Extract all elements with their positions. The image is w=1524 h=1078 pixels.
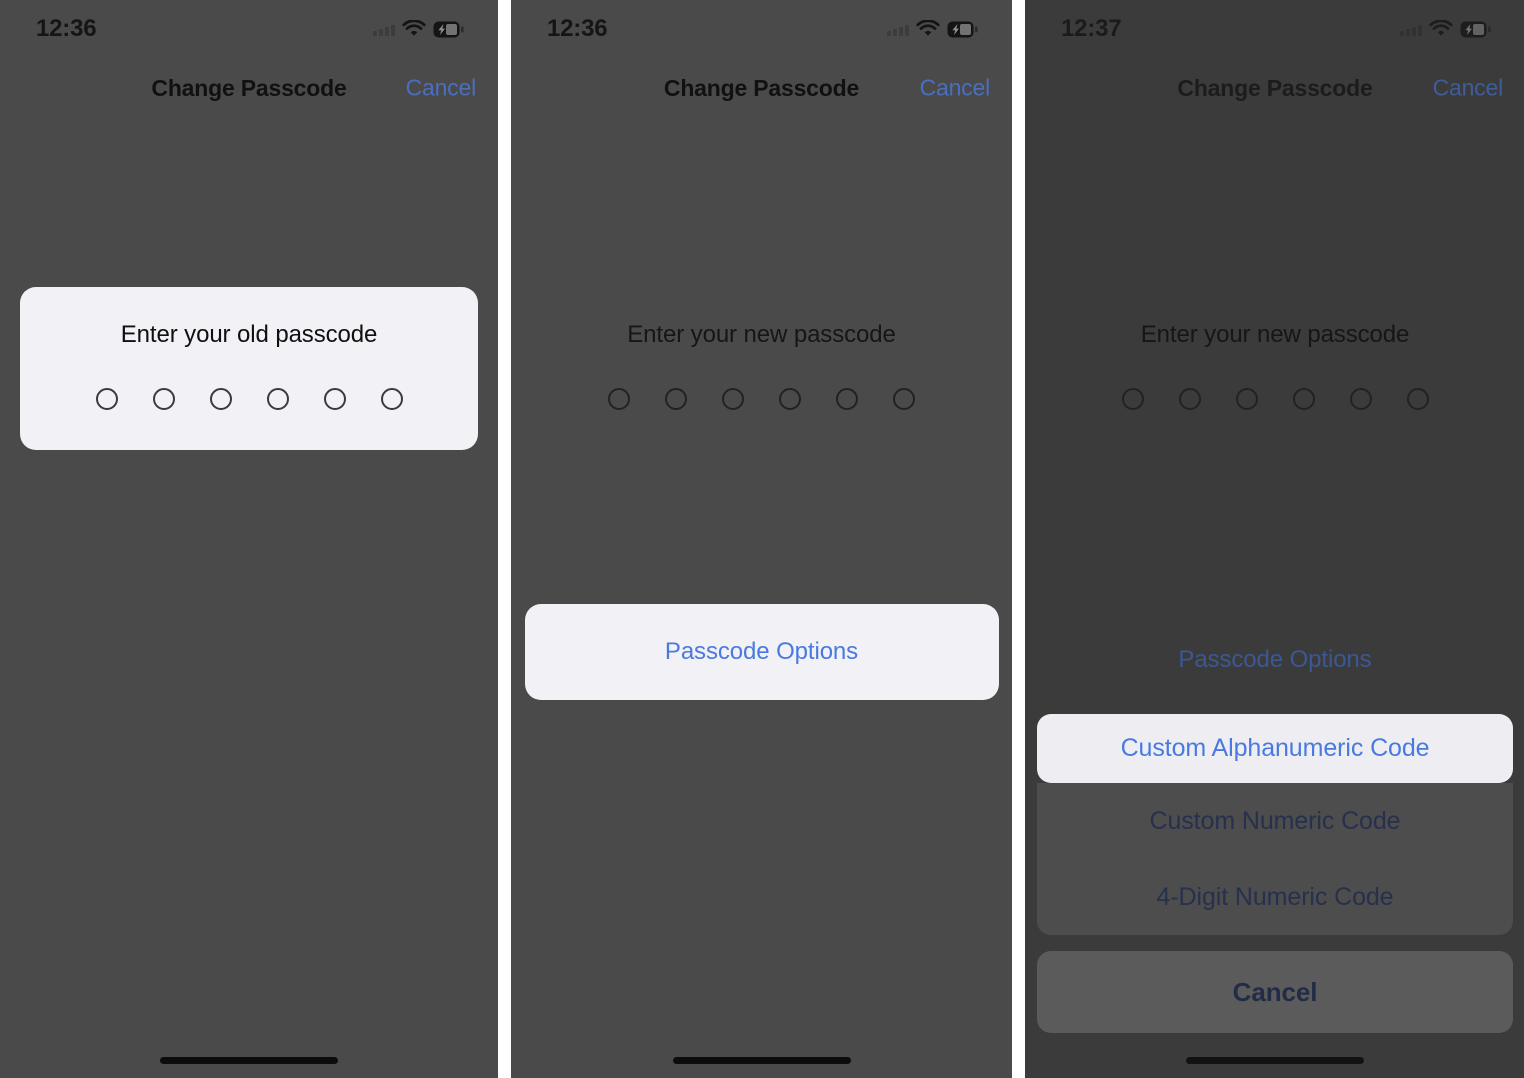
- cancel-button[interactable]: Cancel: [920, 75, 991, 102]
- passcode-dot: [608, 388, 630, 410]
- cancel-button[interactable]: Cancel: [406, 75, 477, 102]
- navigation-bar: Change Passcode Cancel: [0, 62, 498, 114]
- signal-bars-icon: [1400, 23, 1422, 36]
- phone-screen-1: 12:36 Change Passcode Cancel Enter your …: [0, 0, 498, 1078]
- screenshot-board: 12:36 Change Passcode Cancel Enter your …: [0, 0, 1524, 1078]
- passcode-options-region: Passcode Options: [511, 604, 1012, 700]
- passcode-dots[interactable]: [1074, 388, 1476, 410]
- passcode-prompt-label: Enter your old passcode: [120, 321, 378, 348]
- passcode-options-button[interactable]: Passcode Options: [1038, 628, 1512, 692]
- battery-charging-icon: [947, 21, 978, 38]
- passcode-dot: [722, 388, 744, 410]
- status-bar: 12:36: [511, 0, 1012, 58]
- status-indicators: [373, 20, 464, 38]
- passcode-dot: [1406, 388, 1429, 410]
- passcode-dot: [779, 388, 801, 410]
- signal-bars-icon: [887, 23, 909, 36]
- passcode-dots[interactable]: [48, 388, 450, 410]
- passcode-options-region: Passcode Options: [1025, 628, 1524, 692]
- home-indicator[interactable]: [672, 1057, 851, 1064]
- passcode-entry-card[interactable]: Enter your new passcode: [533, 287, 991, 450]
- passcode-dot: [665, 388, 687, 410]
- passcode-dot: [893, 388, 915, 410]
- action-sheet-item-custom-alphanumeric[interactable]: Custom Alphanumeric Code: [1037, 714, 1513, 783]
- passcode-dot: [323, 388, 346, 410]
- passcode-prompt-region: Enter your new passcode: [511, 287, 1012, 450]
- passcode-dot: [152, 388, 175, 410]
- navigation-bar: Change Passcode Cancel: [1025, 62, 1524, 114]
- action-sheet-group: Custom Numeric Code 4-Digit Numeric Code: [1037, 783, 1513, 935]
- passcode-dot: [209, 388, 232, 410]
- passcode-dot: [95, 388, 118, 410]
- passcode-dots[interactable]: [561, 388, 963, 410]
- action-sheet-item-four-digit-numeric[interactable]: 4-Digit Numeric Code: [1037, 859, 1513, 935]
- passcode-prompt-label: Enter your new passcode: [627, 321, 896, 348]
- passcode-dot: [266, 388, 289, 410]
- passcode-dot: [380, 388, 403, 410]
- page-title: Change Passcode: [663, 74, 860, 101]
- cancel-button[interactable]: Cancel: [1433, 75, 1504, 102]
- action-sheet-item-custom-numeric[interactable]: Custom Numeric Code: [1037, 783, 1513, 859]
- page-title: Change Passcode: [1177, 74, 1373, 101]
- wifi-icon: [402, 20, 426, 38]
- phone-screen-3: 12:37 Change Passcode Cancel Enter your …: [1025, 0, 1524, 1078]
- status-indicators: [887, 20, 978, 38]
- passcode-entry-card[interactable]: Enter your old passcode: [20, 287, 478, 450]
- passcode-prompt-region: Enter your old passcode: [0, 287, 498, 450]
- action-sheet-item-label: Custom Alphanumeric Code: [1120, 734, 1430, 762]
- passcode-dot: [1178, 388, 1201, 410]
- signal-bars-icon: [373, 23, 395, 36]
- wifi-icon: [916, 20, 940, 38]
- status-indicators: [1400, 20, 1491, 38]
- home-indicator[interactable]: [160, 1057, 338, 1064]
- passcode-prompt-region: Enter your new passcode: [1025, 287, 1524, 450]
- passcode-options-action-sheet: Custom Alphanumeric Code Custom Numeric …: [1037, 714, 1513, 1033]
- status-bar: 12:37: [1025, 0, 1524, 58]
- page-title: Change Passcode: [151, 74, 347, 101]
- phone-screen-2: 12:36 Change Passcode Cancel Enter your …: [511, 0, 1012, 1078]
- action-sheet-cancel-button[interactable]: Cancel: [1037, 951, 1513, 1033]
- home-indicator[interactable]: [1186, 1057, 1364, 1064]
- status-bar: 12:36: [0, 0, 498, 58]
- passcode-dot: [1121, 388, 1144, 410]
- status-clock: 12:36: [36, 15, 97, 42]
- passcode-dot: [1349, 388, 1372, 410]
- status-clock: 12:37: [1061, 15, 1122, 42]
- passcode-options-button[interactable]: Passcode Options: [524, 604, 999, 700]
- passcode-prompt-label: Enter your new passcode: [1140, 321, 1410, 348]
- passcode-entry-card[interactable]: Enter your new passcode: [1046, 287, 1504, 450]
- status-clock: 12:36: [547, 15, 608, 42]
- navigation-bar: Change Passcode Cancel: [511, 62, 1012, 114]
- wifi-icon: [1429, 20, 1453, 38]
- battery-charging-icon: [1460, 21, 1491, 38]
- passcode-dot: [1292, 388, 1315, 410]
- passcode-dot: [1235, 388, 1258, 410]
- passcode-dot: [836, 388, 858, 410]
- battery-charging-icon: [433, 21, 464, 38]
